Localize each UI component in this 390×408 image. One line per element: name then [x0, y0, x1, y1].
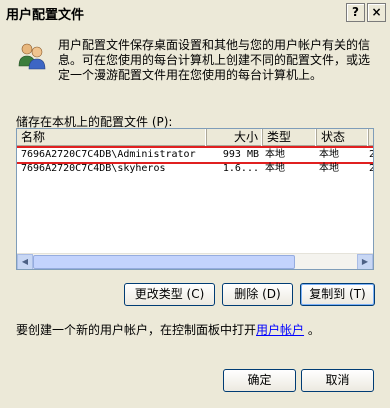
row-name: 7696A2720C7C4DB\skyheros: [21, 163, 166, 174]
row-size: 1.6...: [222, 163, 259, 174]
table-row[interactable]: 7696A2720C7C4DB\skyheros 1.6... 本地 本地 2: [17, 162, 373, 176]
change-type-button[interactable]: 更改类型 (C): [124, 283, 215, 306]
hint-text: 要创建一个新的用户帐户，在控制面板中打开: [16, 323, 257, 337]
dialog-title: 用户配置文件: [6, 8, 85, 23]
close-button[interactable]: ×: [367, 3, 386, 22]
user-accounts-link[interactable]: 用户帐户: [256, 323, 304, 337]
row-extra: 2: [369, 162, 373, 176]
column-header-extra[interactable]: I: [369, 129, 373, 146]
ok-button[interactable]: 确定: [223, 369, 296, 392]
delete-button[interactable]: 删除 (D): [222, 283, 293, 306]
create-account-hint: 要创建一个新的用户帐户，在控制面板中打开用户帐户 。: [16, 321, 320, 338]
scrollbar-thumb[interactable]: [33, 255, 295, 269]
scroll-right-icon[interactable]: ▶: [357, 254, 373, 269]
column-header-type[interactable]: 类型: [263, 129, 317, 146]
list-header: 名称 大小 类型 状态 I: [17, 129, 373, 146]
users-icon: [18, 43, 46, 70]
row-name: 7696A2720C7C4DB\Administrator: [21, 149, 196, 160]
title-bar: 用户配置文件 ? ×: [0, 0, 390, 26]
row-type: 本地: [265, 163, 285, 174]
row-status: 本地: [319, 163, 339, 174]
column-header-name[interactable]: 名称: [17, 129, 207, 146]
row-status: 本地: [319, 149, 339, 160]
horizontal-scrollbar[interactable]: ◀ ▶: [17, 253, 373, 269]
user-profiles-dialog: 用户配置文件 ? × 用户配置文件保存桌面设置和其他与您的用户帐户有关的信息。可…: [0, 0, 390, 408]
scroll-left-icon[interactable]: ◀: [17, 254, 33, 269]
cancel-button[interactable]: 取消: [301, 369, 374, 392]
profiles-listview[interactable]: 名称 大小 类型 状态 I 7696A2720C7C4DB\Administra…: [16, 128, 374, 270]
column-header-size[interactable]: 大小: [207, 129, 263, 146]
table-row[interactable]: 7696A2720C7C4DB\Administrator 993 MB 本地 …: [17, 146, 373, 164]
description-text: 用户配置文件保存桌面设置和其他与您的用户帐户有关的信息。可在您使用的每台计算机上…: [58, 38, 371, 82]
row-size: 993 MB: [222, 149, 259, 160]
hint-suffix: 。: [304, 323, 320, 337]
column-header-status[interactable]: 状态: [317, 129, 369, 146]
copy-to-button[interactable]: 复制到 (T): [300, 283, 375, 306]
row-extra: 2: [369, 148, 373, 162]
help-button[interactable]: ?: [346, 3, 365, 22]
row-type: 本地: [265, 149, 285, 160]
